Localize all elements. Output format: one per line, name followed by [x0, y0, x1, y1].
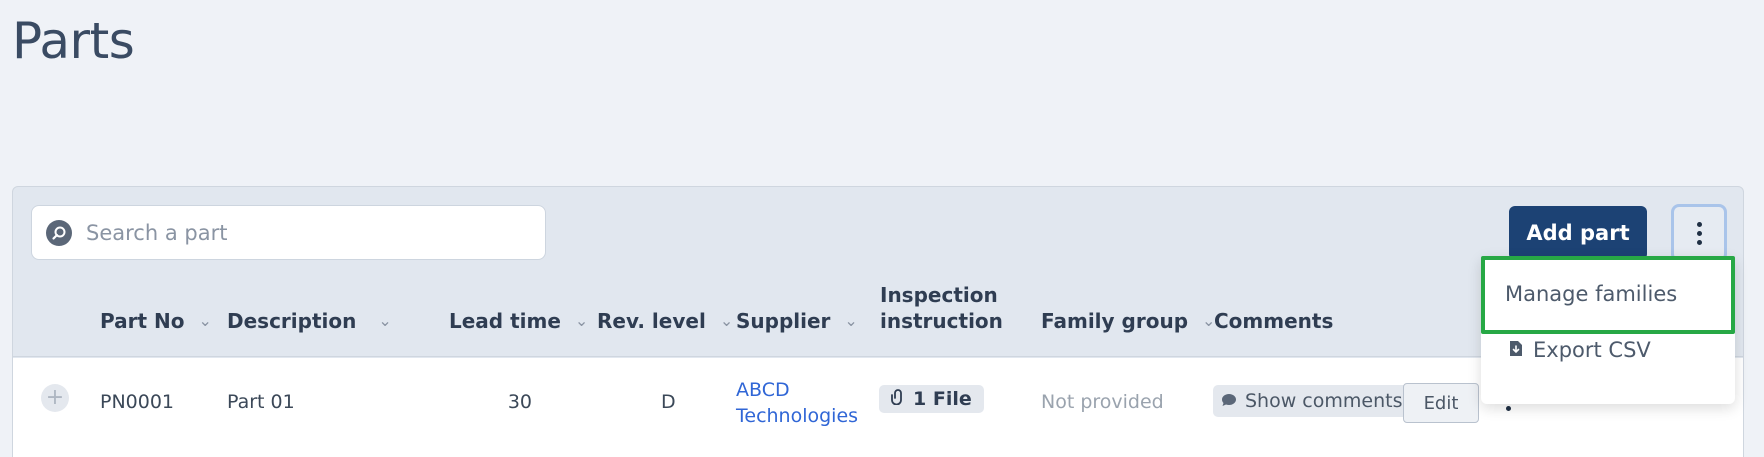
- edit-button[interactable]: Edit: [1403, 383, 1479, 423]
- cell-supplier: ABCD Technologies: [736, 378, 858, 429]
- column-header-inspection: Inspection instruction: [880, 283, 1003, 333]
- show-comments-button[interactable]: Show comments: [1213, 385, 1411, 417]
- column-header-comments: Comments: [1214, 309, 1334, 333]
- export-icon: [1509, 338, 1523, 362]
- cell-lead-time: 30: [507, 391, 532, 413]
- add-part-button[interactable]: Add part: [1509, 206, 1647, 260]
- column-header-supplier[interactable]: Supplier ⌄: [736, 308, 858, 334]
- inspection-file-badge[interactable]: 1 File: [879, 385, 984, 413]
- comment-icon: [1221, 390, 1237, 412]
- cell-rev-level: D: [661, 391, 676, 413]
- chevron-down-icon: ⌄: [844, 310, 858, 330]
- page-title: Parts: [12, 12, 135, 70]
- column-header-rev-level[interactable]: Rev. level ⌄: [597, 308, 733, 334]
- column-header-part-no[interactable]: Part No ⌄: [100, 308, 212, 334]
- search-icon: [46, 219, 72, 246]
- column-header-family-group[interactable]: Family group ⌄: [1041, 308, 1215, 334]
- cell-family-group: Not provided: [1041, 391, 1164, 413]
- actions-dropdown-menu: Manage families Export CSV: [1481, 256, 1735, 404]
- supplier-link[interactable]: ABCD Technologies: [736, 379, 858, 427]
- kebab-icon: [1696, 221, 1702, 245]
- cell-description: Part 01: [227, 391, 295, 413]
- search-box[interactable]: [31, 205, 546, 260]
- chevron-down-icon: ⌄: [198, 310, 212, 330]
- menu-item-export-csv[interactable]: Export CSV: [1509, 338, 1651, 362]
- paperclip-icon: [891, 388, 905, 410]
- column-header-description[interactable]: Description ⌄: [227, 308, 392, 334]
- column-header-lead-time[interactable]: Lead time ⌄: [449, 308, 588, 334]
- cell-part-no: PN0001: [100, 391, 175, 413]
- menu-item-manage-families[interactable]: Manage families: [1505, 282, 1677, 306]
- chevron-down-icon: ⌄: [719, 310, 734, 330]
- plus-icon[interactable]: +: [41, 384, 69, 412]
- more-actions-button[interactable]: [1671, 204, 1727, 262]
- chevron-down-icon: ⌄: [574, 310, 589, 330]
- chevron-down-icon: ⌄: [378, 310, 392, 330]
- search-input[interactable]: [86, 220, 506, 245]
